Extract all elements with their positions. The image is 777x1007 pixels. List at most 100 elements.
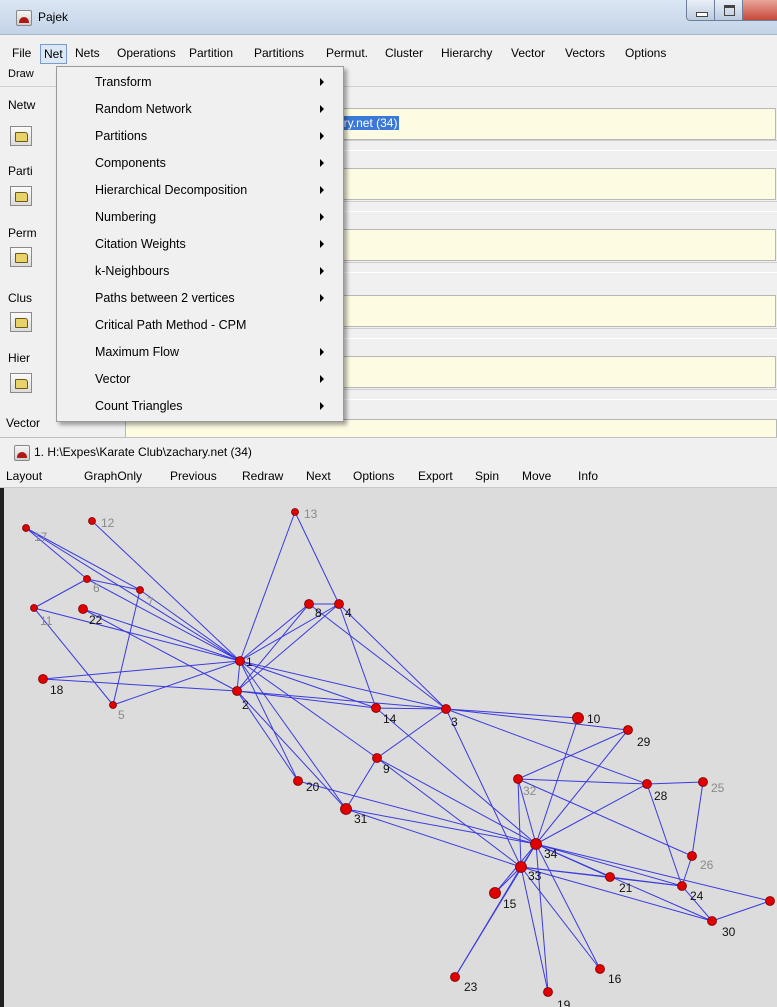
- graph-vertex[interactable]: [30, 604, 38, 612]
- graph-vertex[interactable]: [623, 725, 633, 735]
- graph-vertex[interactable]: [293, 776, 303, 786]
- menu-nets[interactable]: Nets: [75, 46, 100, 60]
- menu-item-citation-weights[interactable]: Citation Weights: [57, 231, 343, 257]
- graph-vertex[interactable]: [88, 517, 96, 525]
- menu-item-paths-between-2-vertices[interactable]: Paths between 2 vertices: [57, 285, 343, 311]
- menu-item-transform[interactable]: Transform: [57, 69, 343, 95]
- graph-vertex[interactable]: [677, 881, 687, 891]
- graph-vertex[interactable]: [707, 916, 717, 926]
- graph-vertex[interactable]: [232, 686, 242, 696]
- cluster-field[interactable]: [330, 295, 776, 327]
- graph-edge: [517, 778, 522, 868]
- graph-vertex[interactable]: [304, 599, 314, 609]
- pajek-draw-icon: [14, 445, 30, 461]
- graph-vertex[interactable]: [291, 508, 299, 516]
- graph-vertex[interactable]: [605, 872, 615, 882]
- menu-item-components[interactable]: Components: [57, 150, 343, 176]
- vertex-label: 5: [118, 708, 125, 722]
- menu-hierarchy[interactable]: Hierarchy: [441, 46, 492, 60]
- menu-item-vector[interactable]: Vector: [57, 366, 343, 392]
- graph-menu-previous[interactable]: Previous: [170, 469, 217, 483]
- vertex-label: 17: [34, 530, 48, 544]
- graph-edge: [236, 603, 310, 692]
- graph-vertex[interactable]: [235, 656, 245, 666]
- menu-item-count-triangles[interactable]: Count Triangles: [57, 393, 343, 419]
- menu-draw[interactable]: Draw: [8, 68, 34, 80]
- network-graph-canvas[interactable]: 1234567891011121314151617181920212223242…: [0, 505, 777, 1007]
- menu-options[interactable]: Options: [625, 46, 666, 60]
- close-button[interactable]: [742, 0, 777, 21]
- graph-vertex[interactable]: [441, 704, 451, 714]
- vertex-label: 16: [608, 972, 622, 986]
- graph-edge: [691, 781, 704, 857]
- graph-vertex[interactable]: [489, 887, 501, 899]
- folder-icon: [15, 379, 28, 389]
- title-bar[interactable]: Pajek: [0, 0, 777, 35]
- graph-vertex[interactable]: [83, 575, 91, 583]
- graph-menu-move[interactable]: Move: [522, 469, 551, 483]
- menu-item-numbering[interactable]: Numbering: [57, 204, 343, 230]
- graph-vertex[interactable]: [78, 604, 88, 614]
- menu-operations[interactable]: Operations: [117, 46, 176, 60]
- minimize-button[interactable]: [686, 0, 716, 21]
- graph-menu-spin[interactable]: Spin: [475, 469, 499, 483]
- permutation-field[interactable]: [330, 229, 776, 261]
- graph-menu-redraw[interactable]: Redraw: [242, 469, 283, 483]
- menu-partition[interactable]: Partition: [189, 46, 233, 60]
- maximize-button[interactable]: [714, 0, 744, 21]
- graph-menu-next[interactable]: Next: [306, 469, 331, 483]
- graph-menu-options[interactable]: Options: [353, 469, 394, 483]
- graph-vertex[interactable]: [687, 851, 697, 861]
- open-hierarchy-button[interactable]: [10, 373, 32, 393]
- partition-field[interactable]: [330, 168, 776, 200]
- graph-vertex[interactable]: [450, 972, 460, 982]
- graph-menu-export[interactable]: Export: [418, 469, 453, 483]
- graph-vertex[interactable]: [513, 774, 523, 784]
- graph-vertex[interactable]: [765, 896, 775, 906]
- hierarchy-field[interactable]: [330, 356, 776, 388]
- graph-vertex[interactable]: [38, 674, 48, 684]
- graph-vertex[interactable]: [340, 803, 352, 815]
- menu-partitions[interactable]: Partitions: [254, 46, 304, 60]
- menu-cluster[interactable]: Cluster: [385, 46, 423, 60]
- graph-vertex[interactable]: [372, 753, 382, 763]
- graph-vertex[interactable]: [698, 777, 708, 787]
- menu-item-label: Components: [95, 156, 166, 170]
- open-network-button[interactable]: [10, 126, 32, 146]
- menu-item-critical-path-method[interactable]: Critical Path Method - CPM: [57, 312, 343, 338]
- menu-file[interactable]: File: [12, 46, 31, 60]
- graph-edge: [239, 660, 299, 782]
- graph-vertex[interactable]: [515, 861, 527, 873]
- graph-vertex[interactable]: [109, 701, 117, 709]
- graph-vertex[interactable]: [530, 838, 542, 850]
- open-partition-button[interactable]: [10, 186, 32, 206]
- graph-vertex[interactable]: [595, 964, 605, 974]
- graph-vertex[interactable]: [371, 703, 381, 713]
- menu-item-partitions[interactable]: Partitions: [57, 123, 343, 149]
- menu-net[interactable]: Net: [40, 44, 67, 64]
- open-cluster-button[interactable]: [10, 312, 32, 332]
- net-dropdown-menu: Transform Random Network Partitions Comp…: [56, 66, 344, 422]
- open-permutation-button[interactable]: [10, 247, 32, 267]
- graph-vertex[interactable]: [334, 599, 344, 609]
- menu-item-label: Maximum Flow: [95, 345, 180, 359]
- graph-vertex[interactable]: [22, 524, 30, 532]
- graph-menu-layout[interactable]: Layout: [6, 469, 42, 483]
- graph-edge: [517, 778, 648, 785]
- graph-vertex[interactable]: [642, 779, 652, 789]
- graph-vertex[interactable]: [572, 712, 584, 724]
- separator: [330, 140, 777, 151]
- graph-title-bar[interactable]: 1. H:\Expes\Karate Club\zachary.net (34): [0, 437, 777, 466]
- menu-item-maximum-flow[interactable]: Maximum Flow: [57, 339, 343, 365]
- menu-item-hierarchical-decomposition[interactable]: Hierarchical Decomposition: [57, 177, 343, 203]
- graph-vertex[interactable]: [136, 586, 144, 594]
- graph-menu-info[interactable]: Info: [578, 469, 598, 483]
- menu-permut[interactable]: Permut.: [326, 46, 368, 60]
- graph-menu-graphonly[interactable]: GraphOnly: [84, 469, 142, 483]
- graph-vertex[interactable]: [543, 987, 553, 997]
- menu-vectors[interactable]: Vectors: [565, 46, 605, 60]
- menu-vector[interactable]: Vector: [511, 46, 545, 60]
- graph-edge: [535, 843, 601, 970]
- menu-item-k-neighbours[interactable]: k-Neighbours: [57, 258, 343, 284]
- menu-item-random-network[interactable]: Random Network: [57, 96, 343, 122]
